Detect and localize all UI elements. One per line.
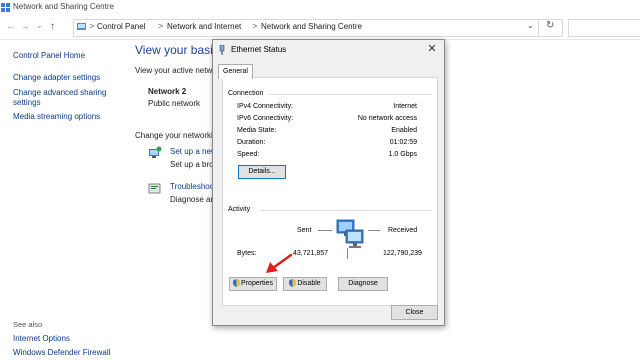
tab-general[interactable]: General xyxy=(218,64,253,79)
activity-divider xyxy=(260,210,432,211)
back-arrow-icon[interactable]: ← xyxy=(6,21,16,32)
bytes-divider xyxy=(347,248,348,259)
windows-defender-firewall-link[interactable]: Windows Defender Firewall xyxy=(13,348,110,358)
ipv4-label: IPv4 Connectivity: xyxy=(237,103,294,110)
change-settings-label: Change your networkin xyxy=(135,131,218,140)
media-streaming-options-link[interactable]: Media streaming options xyxy=(13,112,100,122)
sent-label: Sent xyxy=(297,227,312,234)
tab-general-label: General xyxy=(223,68,248,75)
breadcrumb-sharing-centre[interactable]: Network and Sharing Centre xyxy=(261,22,362,31)
change-advanced-sharing-link-line2[interactable]: settings xyxy=(13,98,41,108)
breadcrumb-network-internet[interactable]: Network and Internet xyxy=(167,22,241,31)
close-button[interactable]: Close xyxy=(391,305,438,320)
ipv6-value: No network access xyxy=(357,115,417,122)
bytes-sent-value: 43,721,857 xyxy=(293,250,329,257)
address-dropdown-icon[interactable]: ⌄ xyxy=(527,21,534,30)
network-centre-icon xyxy=(1,3,10,12)
address-divider xyxy=(538,19,539,37)
speed-label: Speed: xyxy=(237,151,260,158)
dialog-title: Ethernet Status xyxy=(231,45,287,54)
duration-value: 01:02:59 xyxy=(389,139,417,146)
annotation-arrow-icon xyxy=(266,253,293,273)
network-type: Public network xyxy=(148,99,201,108)
setup-connection-desc: Set up a broa xyxy=(170,160,219,169)
control-panel-home-link[interactable]: Control Panel Home xyxy=(13,51,85,61)
breadcrumb-separator: > xyxy=(158,21,164,31)
connection-divider xyxy=(269,94,432,95)
connection-group-heading: Connection xyxy=(228,90,264,97)
internet-options-link[interactable]: Internet Options xyxy=(13,334,70,344)
media-state-label: Media State: xyxy=(237,127,277,134)
active-networks-label: View your active netwo xyxy=(135,66,217,75)
change-advanced-sharing-link[interactable]: Change advanced sharing xyxy=(13,88,106,98)
network-name: Network 2 xyxy=(148,87,187,96)
control-panel-icon xyxy=(77,23,86,30)
sent-line xyxy=(318,230,332,231)
network-computers-icon xyxy=(336,219,364,248)
details-button[interactable]: Details... xyxy=(238,165,286,179)
troubleshoot-problems-link[interactable]: Troubleshoot xyxy=(170,182,216,191)
troubleshoot-icon xyxy=(148,183,161,194)
setup-connection-icon xyxy=(149,146,162,158)
change-adapter-settings-link[interactable]: Change adapter settings xyxy=(13,73,100,83)
see-also-heading: See also xyxy=(13,320,43,329)
refresh-icon[interactable]: ↻ xyxy=(546,20,554,31)
breadcrumb-separator: > xyxy=(89,21,95,31)
disable-button-label: Disable xyxy=(297,280,321,287)
uac-shield-icon xyxy=(233,279,241,288)
forward-arrow-icon[interactable]: → xyxy=(20,21,30,32)
ethernet-status-dialog: Ethernet Status ✕ General Connection IPv… xyxy=(212,39,445,326)
diagnose-button[interactable]: Diagnose xyxy=(338,277,388,291)
window-title: Network and Sharing Centre xyxy=(13,2,114,11)
ethernet-plug-icon xyxy=(219,45,225,55)
close-icon[interactable]: ✕ xyxy=(425,42,439,55)
received-label: Received xyxy=(388,227,418,234)
recent-dropdown-icon[interactable]: ⌄ xyxy=(36,21,43,30)
breadcrumb-control-panel[interactable]: Control Panel xyxy=(97,22,145,31)
bytes-received-value: 122,790,239 xyxy=(383,250,422,257)
setup-new-connection-link[interactable]: Set up a new xyxy=(170,147,217,156)
breadcrumb-separator: > xyxy=(252,21,258,31)
up-arrow-icon[interactable]: ↑ xyxy=(50,21,55,32)
search-input[interactable] xyxy=(568,19,640,37)
ipv4-value: Internet xyxy=(393,103,417,110)
speed-value: 1.0 Gbps xyxy=(388,151,417,158)
media-state-value: Enabled xyxy=(391,127,417,134)
ipv6-label: IPv6 Connectivity: xyxy=(237,115,294,122)
activity-group-heading: Activity xyxy=(228,206,251,213)
duration-label: Duration: xyxy=(237,139,266,146)
received-line xyxy=(368,230,380,231)
